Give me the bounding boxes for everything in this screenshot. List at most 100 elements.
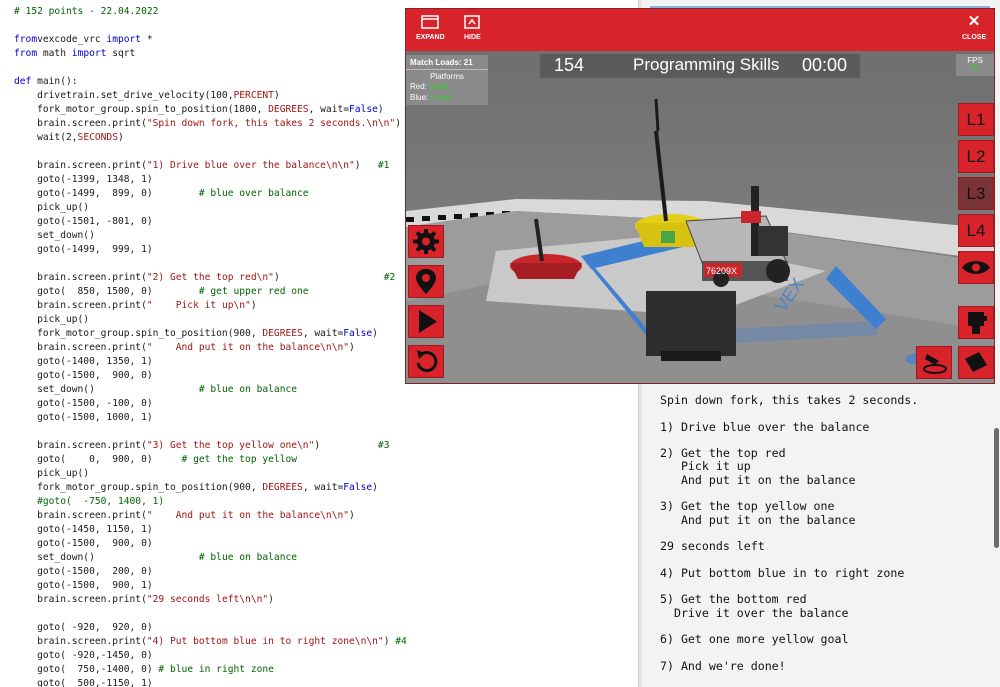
code-line[interactable]: goto( 750,-1400, 0) # blue in right zone — [14, 663, 407, 677]
camera-icon — [965, 352, 987, 372]
simulator-header: EXPAND HIDE ✕ CLOSE — [406, 9, 994, 51]
close-button[interactable]: ✕ CLOSE — [962, 13, 986, 41]
code-line[interactable]: goto(-1400, 1350, 1) — [14, 355, 407, 369]
camera-view-button[interactable] — [958, 306, 994, 339]
console-line: 6) Get one more yellow goal — [660, 632, 849, 647]
code-line[interactable] — [14, 257, 407, 271]
field-camera-button[interactable] — [958, 346, 994, 379]
code-line[interactable]: goto(-1500, 1000, 1) — [14, 411, 407, 425]
code-line[interactable]: pick_up() — [14, 313, 407, 327]
code-line[interactable]: # 152 points - 22.04.2022 — [14, 5, 407, 19]
close-icon: ✕ — [967, 13, 981, 30]
robot-view-icon — [968, 312, 987, 334]
code-line[interactable]: goto(-1450, 1150, 1) — [14, 523, 407, 537]
console-line: 4) Put bottom blue in to right zone — [660, 565, 905, 580]
view-l3-button[interactable]: L3 — [958, 177, 994, 210]
console-line: 7) And we're done! — [660, 658, 786, 673]
location-button[interactable] — [408, 265, 444, 298]
expand-button[interactable]: EXPAND — [416, 15, 445, 41]
console-line: 2) Get the top red — [660, 446, 786, 461]
code-line[interactable]: drivetrain.set_drive_velocity(100,PERCEN… — [14, 89, 407, 103]
pen-icon — [923, 354, 947, 374]
code-line[interactable]: brain.screen.print("2) Get the top red\n… — [14, 271, 407, 285]
code-line[interactable] — [14, 145, 407, 159]
console-line: Drive it over the balance — [660, 605, 849, 620]
eye-icon — [962, 261, 990, 274]
code-line[interactable]: brain.screen.print("Spin down fork, this… — [14, 117, 407, 131]
simulator-window: EXPAND HIDE ✕ CLOSE 76209X VEX 154 Progr… — [405, 8, 995, 384]
view-l1-button[interactable]: L1 — [958, 103, 994, 136]
code-line[interactable]: goto(-1500, 900, 0) — [14, 537, 407, 551]
console-line: And put it on the balance — [660, 472, 856, 487]
console-line: And put it on the balance — [660, 512, 856, 527]
code-line[interactable]: fromvexcode_vrc import * — [14, 33, 407, 47]
console-line: Spin down fork, this takes 2 seconds. — [660, 393, 919, 407]
code-line[interactable]: wait(2,SECONDS) — [14, 131, 407, 145]
visibility-button[interactable] — [958, 251, 994, 284]
code-line[interactable]: goto( -920, 920, 0) — [14, 621, 407, 635]
console-line: Pick it up — [660, 459, 751, 474]
code-line[interactable]: brain.screen.print("29 seconds left\n\n"… — [14, 593, 407, 607]
code-line[interactable]: brain.screen.print("3) Get the top yello… — [14, 439, 407, 453]
view-l4-button[interactable]: L4 — [958, 214, 994, 247]
console-output: Spin down fork, this takes 2 seconds. 1) … — [660, 393, 919, 673]
hide-label: HIDE — [464, 34, 481, 41]
play-button[interactable] — [408, 305, 444, 338]
code-line[interactable]: fork_motor_group.spin_to_position(1800, … — [14, 103, 407, 117]
code-line[interactable]: pick_up() — [14, 467, 407, 481]
code-line[interactable] — [14, 61, 407, 75]
code-line[interactable] — [14, 607, 407, 621]
console-line: 5) Get the bottom red — [660, 592, 807, 607]
code-line[interactable]: set_down() # blue on balance — [14, 383, 407, 397]
code-line[interactable]: goto( 500,-1150, 1) — [14, 677, 407, 687]
console-line: 3) Get the top yellow one — [660, 499, 835, 514]
blue-platform-status: Blue: Level — [410, 93, 450, 102]
code-line[interactable]: brain.screen.print("4) Put bottom blue i… — [14, 635, 407, 649]
code-line[interactable]: brain.screen.print(" And put it on the b… — [14, 509, 407, 523]
code-line[interactable]: set_down() # blue on balance — [14, 551, 407, 565]
code-line[interactable]: goto(-1501, -801, 0) — [14, 215, 407, 229]
hide-button[interactable]: HIDE — [464, 15, 481, 41]
code-line[interactable]: from math import sqrt — [14, 47, 407, 61]
simulator-viewport[interactable]: 76209X VEX 154 Programming Skills 00:00 … — [406, 51, 994, 383]
code-line[interactable]: goto(-1500, -100, 0) — [14, 397, 407, 411]
settings-button[interactable] — [408, 225, 444, 258]
code-line[interactable] — [14, 19, 407, 33]
code-line[interactable]: goto(-1500, 900, 0) — [14, 369, 407, 383]
code-line[interactable]: def main(): — [14, 75, 407, 89]
code-line[interactable]: fork_motor_group.spin_to_position(900, D… — [14, 481, 407, 495]
expand-icon — [421, 15, 440, 29]
code-line[interactable]: #goto( -750, 1400, 1) — [14, 495, 407, 509]
code-line[interactable]: goto(-1500, 900, 1) — [14, 579, 407, 593]
map-pin-icon — [416, 269, 436, 294]
code-line[interactable]: brain.screen.print(" Pick it up\n") — [14, 299, 407, 313]
pen-button[interactable] — [916, 346, 952, 379]
console-line: 29 seconds left — [660, 539, 765, 554]
field-scene: 76209X VEX — [406, 98, 994, 383]
code-line[interactable]: goto( -920,-1450, 0) — [14, 649, 407, 663]
score-bar: 154 Programming Skills 00:00 — [540, 54, 860, 78]
code-line[interactable]: goto(-1399, 1348, 1) — [14, 173, 407, 187]
console-scrollbar[interactable] — [994, 428, 999, 548]
code-line[interactable] — [14, 425, 407, 439]
code-line[interactable]: goto( 0, 900, 0) # get the top yellow — [14, 453, 407, 467]
code-line[interactable]: goto( 850, 1500, 0) # get upper red one — [14, 285, 407, 299]
code-line[interactable]: goto(-1500, 200, 0) — [14, 565, 407, 579]
code-line[interactable]: pick_up() — [14, 201, 407, 215]
code-line[interactable]: brain.screen.print(" And put it on the b… — [14, 341, 407, 355]
robot-number-text: 76209X — [706, 266, 737, 276]
match-info-panel: Match Loads: 21 Platforms Red: Level Blu… — [406, 55, 488, 105]
code-line[interactable]: fork_motor_group.spin_to_position(900, D… — [14, 327, 407, 341]
reset-button[interactable] — [408, 345, 444, 378]
code-text[interactable]: # 152 points - 22.04.2022 fromvexcode_vrc… — [14, 5, 407, 687]
code-line[interactable]: goto(-1499, 899, 0) # blue over balance — [14, 187, 407, 201]
view-l2-button[interactable]: L2 — [958, 140, 994, 173]
code-line[interactable]: set_down() — [14, 229, 407, 243]
code-line[interactable]: brain.screen.print("1) Drive blue over t… — [14, 159, 407, 173]
expand-label: EXPAND — [416, 34, 445, 41]
code-line[interactable]: goto(-1499, 999, 1) — [14, 243, 407, 257]
